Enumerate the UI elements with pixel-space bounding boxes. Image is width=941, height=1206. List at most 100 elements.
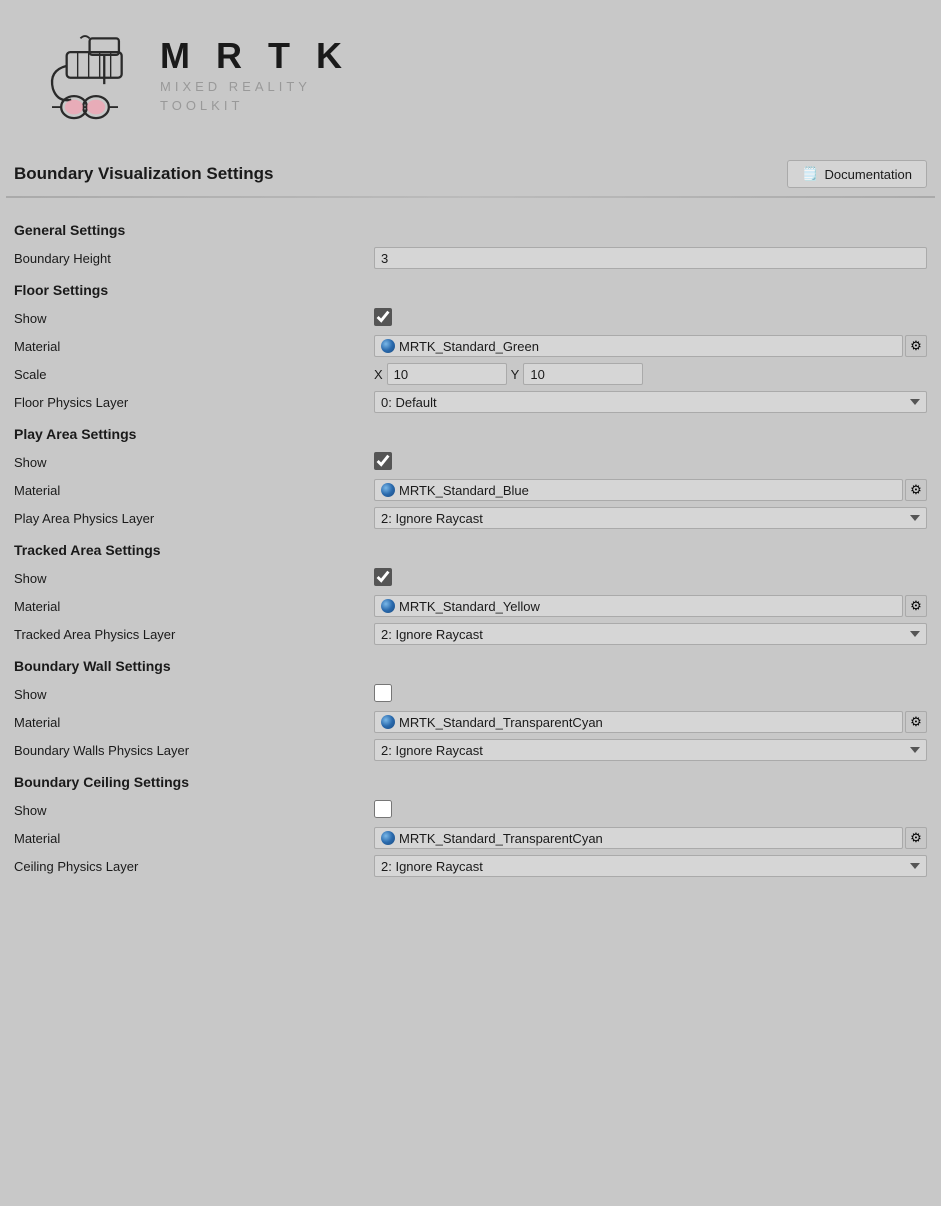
floor-show-checkbox[interactable] (374, 308, 392, 326)
boundary-wall-show-row: Show (14, 682, 927, 706)
play-area-material-field[interactable]: MRTK_Standard_Blue (374, 479, 903, 501)
floor-material-field[interactable]: MRTK_Standard_Green (374, 335, 903, 357)
play-area-material-row: Material MRTK_Standard_Blue ⚙ (14, 478, 927, 502)
boundary-ceiling-material-field[interactable]: MRTK_Standard_TransparentCyan (374, 827, 903, 849)
documentation-button[interactable]: 🗒️ Documentation (787, 160, 927, 188)
boundary-ceiling-show-label: Show (14, 803, 374, 818)
floor-scale-y-label: Y (511, 367, 520, 382)
settings-content: General Settings Boundary Height Floor S… (0, 198, 941, 894)
boundary-ceiling-settings-title: Boundary Ceiling Settings (14, 774, 927, 790)
tracked-area-material-sphere-icon (381, 599, 395, 613)
floor-material-label: Material (14, 339, 374, 354)
boundary-wall-material-label: Material (14, 715, 374, 730)
boundary-wall-material-row: Material MRTK_Standard_TransparentCyan ⚙ (14, 710, 927, 734)
boundary-wall-physics-layer-select-wrapper: 0: Default 1: TransparentFX 2: Ignore Ra… (374, 739, 927, 761)
boundary-ceiling-material-row: Material MRTK_Standard_TransparentCyan ⚙ (14, 826, 927, 850)
general-settings-title: General Settings (14, 222, 927, 238)
tracked-area-show-label: Show (14, 571, 374, 586)
play-area-material-label: Material (14, 483, 374, 498)
tracked-area-show-value (374, 568, 927, 589)
boundary-wall-show-label: Show (14, 687, 374, 702)
boundary-wall-material-value: MRTK_Standard_TransparentCyan ⚙ (374, 711, 927, 733)
boundary-height-label: Boundary Height (14, 251, 374, 266)
boundary-ceiling-material-gear-button[interactable]: ⚙ (905, 827, 927, 849)
play-area-material-sphere-icon (381, 483, 395, 497)
boundary-height-row: Boundary Height (14, 246, 927, 270)
logo-subtitle-line2: TOOLKIT (160, 96, 350, 116)
floor-scale-inputs: X Y (374, 363, 927, 385)
page-title: Boundary Visualization Settings (14, 164, 273, 184)
tracked-area-settings-title: Tracked Area Settings (14, 542, 927, 558)
floor-material-row: Material MRTK_Standard_Green ⚙ (14, 334, 927, 358)
floor-material-sphere-icon (381, 339, 395, 353)
boundary-ceiling-show-checkbox[interactable] (374, 800, 392, 818)
tracked-area-material-text: MRTK_Standard_Yellow (399, 599, 540, 614)
floor-material-text: MRTK_Standard_Green (399, 339, 539, 354)
play-area-material-value: MRTK_Standard_Blue ⚙ (374, 479, 927, 501)
floor-physics-layer-select-wrapper: 0: Default 1: TransparentFX 2: Ignore Ra… (374, 391, 927, 413)
boundary-height-value (374, 247, 927, 269)
boundary-height-input[interactable] (374, 247, 927, 269)
boundary-ceiling-physics-layer-label: Ceiling Physics Layer (14, 859, 374, 874)
page-header: Boundary Visualization Settings 🗒️ Docum… (0, 150, 941, 196)
tracked-area-material-value: MRTK_Standard_Yellow ⚙ (374, 595, 927, 617)
tracked-area-material-row: Material MRTK_Standard_Yellow ⚙ (14, 594, 927, 618)
boundary-wall-material-gear-button[interactable]: ⚙ (905, 711, 927, 733)
boundary-ceiling-material-sphere-icon (381, 831, 395, 845)
boundary-wall-physics-layer-label: Boundary Walls Physics Layer (14, 743, 374, 758)
tracked-area-material-field[interactable]: MRTK_Standard_Yellow (374, 595, 903, 617)
boundary-wall-show-checkbox[interactable] (374, 684, 392, 702)
play-area-physics-layer-select-wrapper: 0: Default 1: TransparentFX 2: Ignore Ra… (374, 507, 927, 529)
floor-show-row: Show (14, 306, 927, 330)
boundary-wall-material-sphere-icon (381, 715, 395, 729)
floor-scale-x-input[interactable] (387, 363, 507, 385)
play-area-show-row: Show (14, 450, 927, 474)
tracked-area-material-label: Material (14, 599, 374, 614)
play-area-show-value (374, 452, 927, 473)
boundary-wall-material-field[interactable]: MRTK_Standard_TransparentCyan (374, 711, 903, 733)
tracked-area-physics-layer-select[interactable]: 0: Default 1: TransparentFX 2: Ignore Ra… (374, 623, 927, 645)
tracked-area-show-row: Show (14, 566, 927, 590)
boundary-ceiling-material-label: Material (14, 831, 374, 846)
play-area-physics-layer-label: Play Area Physics Layer (14, 511, 374, 526)
tracked-area-physics-layer-row: Tracked Area Physics Layer 0: Default 1:… (14, 622, 927, 646)
boundary-ceiling-physics-layer-select[interactable]: 0: Default 1: TransparentFX 2: Ignore Ra… (374, 855, 927, 877)
tracked-area-show-checkbox[interactable] (374, 568, 392, 586)
play-area-physics-layer-row: Play Area Physics Layer 0: Default 1: Tr… (14, 506, 927, 530)
doc-icon: 🗒️ (802, 166, 818, 182)
floor-material-gear-button[interactable]: ⚙ (905, 335, 927, 357)
logo-subtitle-line1: MIXED REALITY (160, 77, 350, 97)
play-area-show-checkbox[interactable] (374, 452, 392, 470)
floor-physics-layer-label: Floor Physics Layer (14, 395, 374, 410)
boundary-ceiling-physics-layer-select-wrapper: 0: Default 1: TransparentFX 2: Ignore Ra… (374, 855, 927, 877)
boundary-wall-physics-layer-select[interactable]: 0: Default 1: TransparentFX 2: Ignore Ra… (374, 739, 927, 761)
floor-material-value: MRTK_Standard_Green ⚙ (374, 335, 927, 357)
floor-scale-label: Scale (14, 367, 374, 382)
floor-physics-layer-select[interactable]: 0: Default 1: TransparentFX 2: Ignore Ra… (374, 391, 927, 413)
boundary-ceiling-physics-layer-row: Ceiling Physics Layer 0: Default 1: Tran… (14, 854, 927, 878)
floor-show-label: Show (14, 311, 374, 326)
floor-show-value (374, 308, 927, 329)
mrtk-logo (30, 20, 140, 130)
floor-scale-row: Scale X Y (14, 362, 927, 386)
play-area-physics-layer-select[interactable]: 0: Default 1: TransparentFX 2: Ignore Ra… (374, 507, 927, 529)
floor-scale-y-input[interactable] (523, 363, 643, 385)
boundary-wall-physics-layer-row: Boundary Walls Physics Layer 0: Default … (14, 738, 927, 762)
tracked-area-material-gear-button[interactable]: ⚙ (905, 595, 927, 617)
boundary-ceiling-material-value: MRTK_Standard_TransparentCyan ⚙ (374, 827, 927, 849)
boundary-ceiling-show-value (374, 800, 927, 821)
logo-title: M R T K (160, 35, 350, 77)
boundary-ceiling-show-row: Show (14, 798, 927, 822)
boundary-wall-material-text: MRTK_Standard_TransparentCyan (399, 715, 603, 730)
app-header: M R T K MIXED REALITY TOOLKIT (0, 0, 941, 150)
floor-settings-title: Floor Settings (14, 282, 927, 298)
play-area-material-gear-button[interactable]: ⚙ (905, 479, 927, 501)
play-area-settings-title: Play Area Settings (14, 426, 927, 442)
floor-physics-layer-row: Floor Physics Layer 0: Default 1: Transp… (14, 390, 927, 414)
floor-scale-x-label: X (374, 367, 383, 382)
logo-container: M R T K MIXED REALITY TOOLKIT (30, 20, 350, 130)
boundary-wall-show-value (374, 684, 927, 705)
boundary-ceiling-material-text: MRTK_Standard_TransparentCyan (399, 831, 603, 846)
play-area-show-label: Show (14, 455, 374, 470)
boundary-wall-settings-title: Boundary Wall Settings (14, 658, 927, 674)
